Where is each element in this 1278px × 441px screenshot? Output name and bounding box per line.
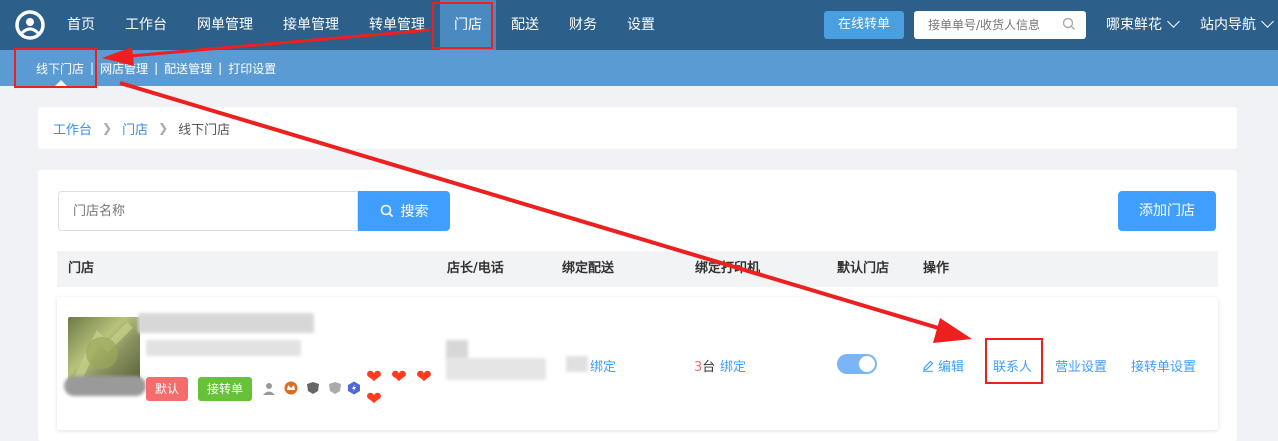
breadcrumb-stores[interactable]: 门店 <box>122 119 148 138</box>
nav-delivery[interactable]: 配送 <box>496 0 554 50</box>
blurred-store-name <box>138 313 314 333</box>
nav-transfer-orders[interactable]: 转单管理 <box>354 0 440 50</box>
search-icon[interactable] <box>1062 17 1076 31</box>
bind-printer-link[interactable]: 绑定 <box>720 356 746 375</box>
default-tag: 默认 <box>146 377 189 401</box>
chevron-right-icon: ❯ <box>158 121 169 135</box>
nav-settings[interactable]: 设置 <box>612 0 670 50</box>
nav-home[interactable]: 首页 <box>52 0 110 50</box>
search-icon <box>380 204 393 218</box>
crown-badge-icon <box>284 381 298 395</box>
default-store-toggle[interactable] <box>837 354 877 374</box>
subnav-divider: | <box>154 61 159 75</box>
add-store-button[interactable]: 添加门店 <box>1118 191 1216 231</box>
blurred-label <box>64 376 146 396</box>
heart-icon: ❤ <box>366 366 382 388</box>
breadcrumb-workbench[interactable]: 工作台 <box>53 119 92 138</box>
search-button[interactable]: 搜索 <box>358 191 450 231</box>
active-caret-icon <box>55 80 67 86</box>
col-manager-phone: 店长/电话 <box>447 261 504 276</box>
chevron-right-icon: ❯ <box>102 121 113 135</box>
nav-stores[interactable]: 门店 <box>440 0 496 50</box>
breadcrumb: 工作台 ❯ 门店 ❯ 线下门店 <box>38 107 1237 149</box>
chevron-down-icon <box>1261 15 1274 28</box>
shield-badge-icon <box>307 382 319 394</box>
store-name-input[interactable] <box>58 191 358 231</box>
transfer-settings-link[interactable]: 接转单设置 <box>1131 356 1196 375</box>
order-search-input[interactable] <box>914 11 1086 39</box>
site-nav-menu[interactable]: 站内导航 <box>1200 0 1274 50</box>
online-transfer-button[interactable]: 在线转单 <box>824 11 904 39</box>
blurred-phone <box>446 358 546 380</box>
business-settings-link[interactable]: 营业设置 <box>1055 356 1107 375</box>
blurred-manager <box>446 340 468 360</box>
breadcrumb-current: 线下门店 <box>178 122 231 138</box>
nav-online-orders[interactable]: 网单管理 <box>182 0 268 50</box>
store-switcher[interactable]: 哪束鲜花 <box>1106 0 1180 50</box>
blurred-store-address <box>146 340 301 356</box>
col-default-store: 默认门店 <box>837 261 890 276</box>
nav-receive-orders[interactable]: 接单管理 <box>268 0 354 50</box>
shield-badge-icon <box>329 382 341 394</box>
top-nav: 首页 工作台 网单管理 接单管理 转单管理 门店 配送 财务 设置 在线转单 哪… <box>0 0 1278 50</box>
printer-count: 3台 <box>694 356 715 375</box>
printer-count-unit: 台 <box>702 360 716 375</box>
col-actions: 操作 <box>923 261 950 276</box>
subnav-online-shops[interactable]: 网店管理 <box>100 60 148 77</box>
logo-icon[interactable] <box>14 9 46 41</box>
bind-delivery-link[interactable]: 绑定 <box>590 356 616 375</box>
chevron-down-icon <box>1167 15 1180 28</box>
edit-link[interactable]: 编辑 <box>922 356 964 375</box>
main-menu: 首页 工作台 网单管理 接单管理 转单管理 门店 配送 财务 设置 <box>52 0 670 50</box>
blurred-delivery <box>566 356 588 372</box>
col-store: 门店 <box>68 261 95 276</box>
lightning-badge-icon <box>348 381 360 395</box>
subnav-delivery-manage[interactable]: 配送管理 <box>164 60 212 77</box>
col-bind-printer: 绑定打印机 <box>695 261 761 276</box>
subnav-print-settings[interactable]: 打印设置 <box>228 60 276 77</box>
site-nav-label: 站内导航 <box>1200 17 1256 33</box>
subnav-divider: | <box>90 61 95 75</box>
subnav-offline-stores[interactable]: 线下门店 <box>36 60 84 77</box>
pencil-icon <box>923 360 934 372</box>
nav-workbench[interactable]: 工作台 <box>110 0 182 50</box>
nav-finance[interactable]: 财务 <box>554 0 612 50</box>
store-name-label: 哪束鲜花 <box>1106 17 1162 33</box>
table-header: 门店 店长/电话 绑定配送 绑定打印机 默认门店 操作 <box>57 251 1218 287</box>
accept-transfer-tag: 接转单 <box>198 377 253 401</box>
edit-label: 编辑 <box>938 360 965 375</box>
contacts-link[interactable]: 联系人 <box>993 356 1032 375</box>
search-button-label: 搜索 <box>400 204 429 220</box>
user-badge-icon <box>263 383 275 395</box>
sub-nav: 线下门店 | 网店管理 | 配送管理 | 打印设置 <box>0 50 1278 86</box>
subnav-divider: | <box>218 61 223 75</box>
col-bind-delivery: 绑定配送 <box>562 261 615 276</box>
heart-icon: ❤ <box>366 388 382 410</box>
heart-icon: ❤ <box>391 366 407 388</box>
heart-icon: ❤ <box>416 366 432 388</box>
